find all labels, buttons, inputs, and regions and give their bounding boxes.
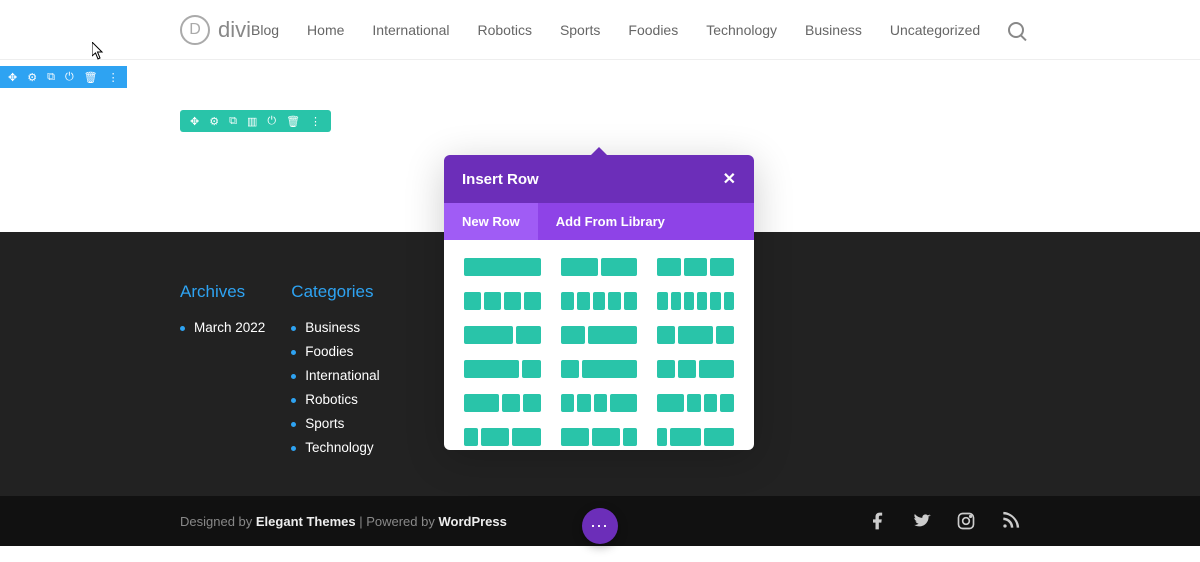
columns-icon[interactable]: ▥ — [247, 115, 257, 128]
duplicate-icon[interactable]: ⧉ — [229, 115, 237, 128]
list-item[interactable]: Business — [291, 320, 379, 335]
list-item[interactable]: Robotics — [291, 392, 379, 407]
archives-heading: Archives — [180, 282, 265, 302]
column-layout-option[interactable] — [464, 258, 541, 276]
column-layout-option[interactable] — [561, 428, 638, 446]
footer-archives: Archives March 2022 — [180, 282, 265, 464]
column-layout-option[interactable] — [657, 326, 734, 344]
credit-theme-link[interactable]: Elegant Themes — [256, 514, 356, 529]
nav-link[interactable]: Sports — [560, 22, 600, 38]
nav-link[interactable]: Foodies — [628, 22, 678, 38]
list-item[interactable]: Technology — [291, 440, 379, 455]
gear-icon[interactable]: ⚙ — [209, 115, 219, 128]
list-item[interactable]: Sports — [291, 416, 379, 431]
nav-link[interactable]: Technology — [706, 22, 777, 38]
primary-nav: Blog Home International Robotics Sports … — [251, 22, 1024, 38]
gear-icon[interactable]: ⚙ — [27, 71, 37, 84]
instagram-icon[interactable] — [956, 511, 976, 531]
row-toolbar: ✥ ⚙ ⧉ ▥ ⏻ 🗑 ⋮ — [180, 110, 331, 132]
column-layout-option[interactable] — [657, 258, 734, 276]
list-item[interactable]: March 2022 — [180, 320, 265, 335]
column-layout-option[interactable] — [464, 292, 541, 310]
nav-link[interactable]: Robotics — [477, 22, 531, 38]
modal-tabs: New Row Add From Library — [444, 203, 754, 240]
column-layout-option[interactable] — [561, 258, 638, 276]
column-layout-option[interactable] — [561, 394, 638, 412]
search-icon[interactable] — [1008, 22, 1024, 38]
move-icon[interactable]: ✥ — [190, 115, 199, 128]
page-settings-fab[interactable]: ⋯ — [582, 508, 618, 544]
close-icon[interactable]: ✕ — [723, 169, 736, 189]
list-item[interactable]: Foodies — [291, 344, 379, 359]
column-layout-option[interactable] — [464, 360, 541, 378]
nav-link[interactable]: International — [372, 22, 449, 38]
footer-categories: Categories Business Foodies Internationa… — [291, 282, 379, 464]
nav-link[interactable]: Business — [805, 22, 862, 38]
facebook-icon[interactable] — [868, 511, 888, 531]
footer-credit: Designed by Elegant Themes | Powered by … — [180, 514, 507, 529]
column-layout-option[interactable] — [464, 394, 541, 412]
credit-platform-link[interactable]: WordPress — [438, 514, 506, 529]
column-layout-option[interactable] — [561, 292, 638, 310]
modal-header: Insert Row ✕ — [444, 155, 754, 203]
social-icons — [868, 511, 1020, 531]
logo-mark: D — [180, 15, 210, 45]
site-header: D divi Blog Home International Robotics … — [0, 0, 1200, 60]
column-layout-option[interactable] — [657, 394, 734, 412]
trash-icon[interactable]: 🗑 — [286, 115, 300, 128]
modal-title: Insert Row — [462, 171, 539, 188]
tab-add-from-library[interactable]: Add From Library — [538, 203, 683, 240]
more-icon[interactable]: ⋮ — [108, 71, 119, 84]
more-icon[interactable]: ⋮ — [310, 115, 321, 128]
categories-heading: Categories — [291, 282, 379, 302]
modal-arrow — [590, 147, 608, 156]
column-layout-option[interactable] — [657, 292, 734, 310]
move-icon[interactable]: ✥ — [8, 71, 17, 84]
logo-text: divi — [218, 17, 251, 43]
duplicate-icon[interactable]: ⧉ — [47, 71, 55, 84]
column-layout-option[interactable] — [561, 326, 638, 344]
column-layout-option[interactable] — [657, 428, 734, 446]
column-layout-option[interactable] — [657, 360, 734, 378]
power-icon[interactable]: ⏻ — [65, 71, 74, 84]
rss-icon[interactable] — [1000, 511, 1020, 531]
nav-link[interactable]: Blog — [251, 22, 279, 38]
layout-grid — [464, 258, 734, 446]
trash-icon[interactable]: 🗑 — [84, 71, 98, 84]
twitter-icon[interactable] — [912, 511, 932, 531]
insert-row-modal: Insert Row ✕ New Row Add From Library — [444, 155, 754, 450]
modal-body — [444, 240, 754, 450]
column-layout-option[interactable] — [464, 428, 541, 446]
section-toolbar: ✥ ⚙ ⧉ ⏻ 🗑 ⋮ — [0, 66, 127, 88]
tab-new-row[interactable]: New Row — [444, 203, 538, 240]
nav-link[interactable]: Home — [307, 22, 344, 38]
nav-link[interactable]: Uncategorized — [890, 22, 980, 38]
power-icon[interactable]: ⏻ — [267, 115, 276, 128]
column-layout-option[interactable] — [561, 360, 638, 378]
site-logo[interactable]: D divi — [180, 15, 251, 45]
list-item[interactable]: International — [291, 368, 379, 383]
column-layout-option[interactable] — [464, 326, 541, 344]
